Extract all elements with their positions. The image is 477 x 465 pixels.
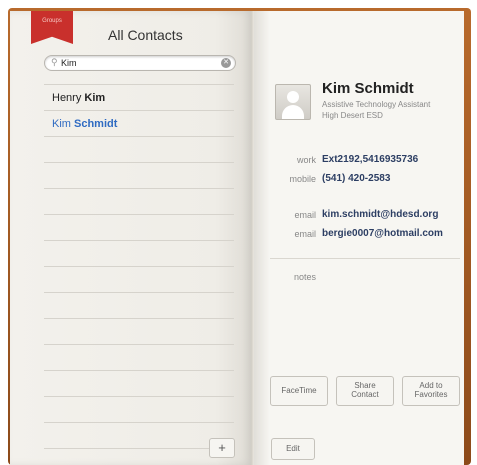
edit-button[interactable]: Edit: [271, 438, 315, 460]
list-item: [44, 189, 234, 215]
contact-company: High Desert ESD: [322, 111, 383, 120]
avatar[interactable]: [275, 84, 311, 120]
contacts-list: Henry Kim Kim Schmidt: [44, 84, 234, 449]
contact-last-name: Schmidt: [74, 118, 118, 130]
share-contact-button[interactable]: Share Contact: [336, 376, 394, 406]
search-input[interactable]: [61, 56, 211, 70]
list-item: [44, 397, 234, 423]
mobile-label: mobile: [289, 174, 316, 184]
contact-first-name: Kim: [52, 118, 74, 130]
list-item: [44, 319, 234, 345]
facetime-button[interactable]: FaceTime: [270, 376, 328, 406]
list-item: [44, 241, 234, 267]
list-item: [44, 267, 234, 293]
work-label: work: [296, 155, 316, 165]
search-icon: ⚲: [51, 57, 58, 67]
contact-row-henry-kim[interactable]: Henry Kim: [44, 85, 234, 111]
work-phone-value[interactable]: Ext2192,5416935736: [322, 154, 418, 165]
list-item: [44, 345, 234, 371]
contact-last-name: Kim: [84, 92, 106, 104]
person-head-icon: [287, 91, 299, 103]
email-label: email: [294, 229, 316, 239]
list-item: [44, 163, 234, 189]
contact-name: Kim Schmidt: [322, 80, 414, 97]
email-value[interactable]: bergie0007@hotmail.com: [322, 228, 443, 239]
search-bar[interactable]: ⚲ ✕: [44, 55, 236, 71]
contact-first-name: Henry: [52, 92, 85, 104]
add-to-favorites-button[interactable]: Add to Favorites: [402, 376, 460, 406]
list-item: [44, 371, 234, 397]
list-item: [44, 215, 234, 241]
page-title: All Contacts: [108, 27, 183, 43]
contact-job-title: Assistive Technology Assistant: [322, 100, 431, 109]
email-value[interactable]: kim.schmidt@hdesd.org: [322, 209, 438, 220]
person-body-icon: [282, 105, 304, 119]
list-item: [44, 137, 234, 163]
contact-row-kim-schmidt[interactable]: Kim Schmidt: [44, 111, 234, 137]
divider: [270, 258, 460, 259]
notes-label[interactable]: notes: [256, 272, 316, 282]
email-label: email: [294, 210, 316, 220]
list-item: [44, 423, 234, 449]
add-contact-button[interactable]: +: [209, 438, 235, 458]
clear-search-icon[interactable]: ✕: [221, 58, 231, 68]
book-spine: [251, 11, 254, 465]
list-item: [44, 293, 234, 319]
mobile-phone-value[interactable]: (541) 420-2583: [322, 173, 390, 184]
